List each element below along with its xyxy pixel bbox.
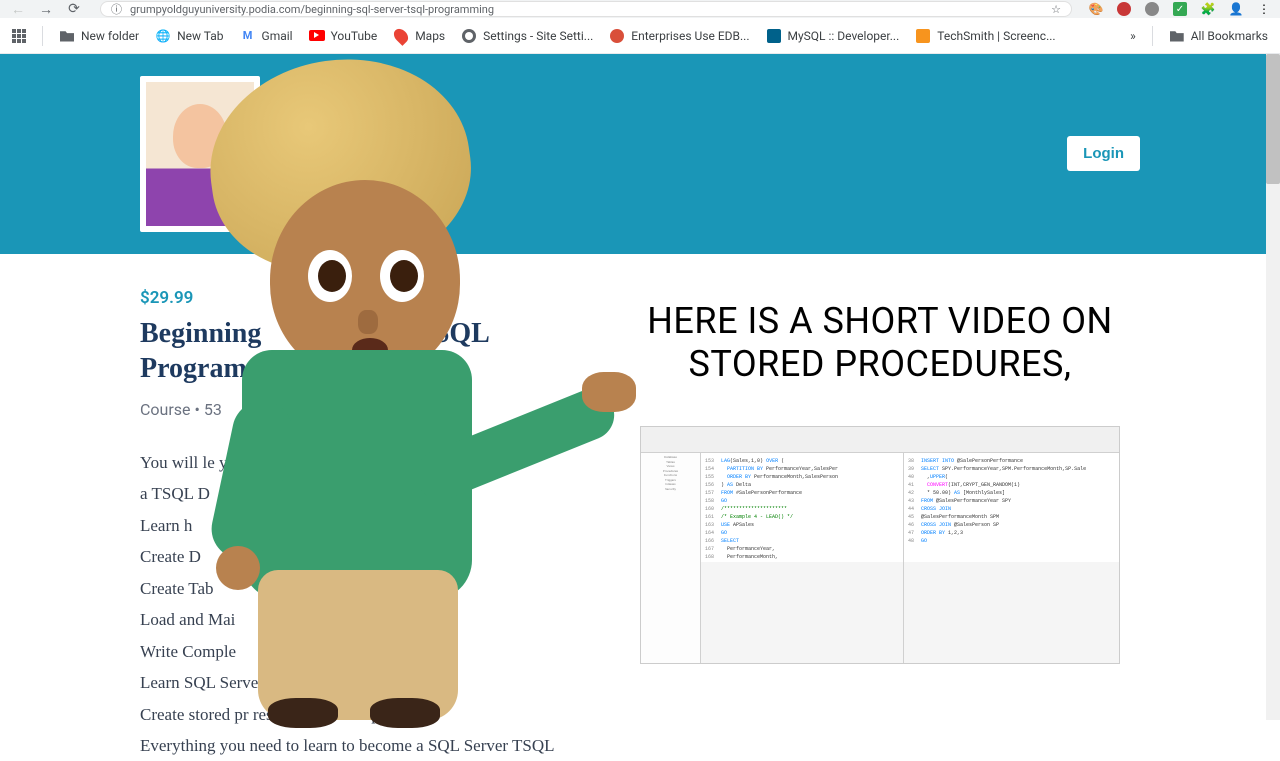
gmail-icon: M bbox=[240, 28, 256, 44]
course-meta: Course • 53 bbox=[140, 400, 620, 419]
ext-paint-icon[interactable]: 🎨 bbox=[1088, 1, 1104, 17]
mysql-icon bbox=[766, 28, 782, 44]
bookmark-maps[interactable]: Maps bbox=[393, 28, 445, 44]
desc-line: Everything you need to learn to become a… bbox=[140, 730, 620, 761]
desc-line: Create stored pr res and batch script bbox=[140, 699, 620, 730]
bookmark-label: TechSmith | Screenc... bbox=[937, 29, 1055, 43]
browser-actions: 🎨 ✓ 🧩 👤 ⋮ bbox=[1088, 1, 1272, 17]
ext-ublock-icon[interactable] bbox=[1116, 1, 1132, 17]
bookmark-new-folder[interactable]: New folder bbox=[59, 28, 139, 44]
apps-button[interactable] bbox=[12, 29, 26, 43]
desc-line: Write Comple bbox=[140, 636, 620, 667]
bookmark-youtube[interactable]: YouTube bbox=[309, 28, 378, 44]
desc-line: a TSQL D bbox=[140, 478, 620, 509]
maps-icon bbox=[393, 28, 409, 44]
site-info-icon[interactable]: ⓘ bbox=[111, 1, 122, 17]
bookmarks-overflow-icon[interactable]: » bbox=[1130, 29, 1136, 43]
desc-line: Create D bbox=[140, 541, 620, 572]
bookmarks-bar: New folder 🌐 New Tab M Gmail YouTube Map… bbox=[0, 18, 1280, 54]
video-section: HERE IS A SHORT VIDEO ON STORED PROCEDUR… bbox=[620, 254, 1140, 761]
desc-line: Learn h bbox=[140, 510, 620, 541]
bookmark-mysql[interactable]: MySQL :: Developer... bbox=[766, 28, 900, 44]
page-scrollbar[interactable] bbox=[1266, 54, 1280, 720]
extensions-icon[interactable]: 🧩 bbox=[1200, 1, 1216, 17]
youtube-icon bbox=[309, 28, 325, 44]
bookmark-settings[interactable]: Settings - Site Setti... bbox=[461, 28, 593, 44]
bookmark-label: Enterprises Use EDB... bbox=[631, 29, 749, 43]
bookmark-label: All Bookmarks bbox=[1191, 29, 1268, 43]
divider bbox=[1152, 26, 1153, 46]
bookmark-label: MySQL :: Developer... bbox=[788, 29, 900, 43]
edb-icon bbox=[609, 28, 625, 44]
reload-button[interactable]: ⟳ bbox=[64, 0, 84, 19]
back-button[interactable]: ← bbox=[8, 0, 28, 19]
globe-icon: 🌐 bbox=[155, 28, 171, 44]
bookmark-label: YouTube bbox=[331, 29, 378, 43]
menu-icon[interactable]: ⋮ bbox=[1256, 1, 1272, 17]
forward-button[interactable]: → bbox=[36, 0, 56, 19]
bookmark-techsmith[interactable]: TechSmith | Screenc... bbox=[915, 28, 1055, 44]
course-info: $29.99 Beginning SQL Server TSQL Program… bbox=[140, 254, 620, 761]
site-header: Login bbox=[0, 54, 1280, 254]
desc-line: Load and Mai bbox=[140, 604, 620, 635]
bookmark-label: Gmail bbox=[262, 29, 293, 43]
browser-toolbar: ← → ⟳ ⓘ grumpyoldguyuniversity.podia.com… bbox=[0, 0, 1280, 18]
course-price: $29.99 bbox=[140, 288, 620, 308]
video-thumbnail[interactable]: DatabaseTablesViewsProceduresFunctionsTr… bbox=[640, 426, 1120, 664]
bookmark-label: New folder bbox=[81, 29, 139, 43]
url-text: grumpyoldguyuniversity.podia.com/beginni… bbox=[130, 3, 1043, 16]
bookmark-new-tab[interactable]: 🌐 New Tab bbox=[155, 28, 223, 44]
divider bbox=[42, 26, 43, 46]
desc-line: Learn SQL Serve n fu bbox=[140, 667, 620, 698]
folder-icon bbox=[1169, 28, 1185, 44]
techsmith-icon bbox=[915, 28, 931, 44]
desc-line: Create Tab bbox=[140, 573, 620, 604]
bookmark-label: Maps bbox=[415, 29, 445, 43]
bookmark-gmail[interactable]: M Gmail bbox=[240, 28, 293, 44]
bookmark-label: New Tab bbox=[177, 29, 223, 43]
apps-icon bbox=[12, 29, 26, 43]
gear-icon bbox=[461, 28, 477, 44]
ext-check-icon[interactable]: ✓ bbox=[1172, 1, 1188, 17]
course-title: Beginning SQL Server TSQL Program bbox=[140, 316, 620, 386]
login-button[interactable]: Login bbox=[1067, 136, 1140, 171]
star-icon[interactable]: ☆ bbox=[1051, 3, 1061, 16]
course-description: You will le you to assume the role of a … bbox=[140, 447, 620, 761]
page-content: $29.99 Beginning SQL Server TSQL Program… bbox=[0, 254, 1280, 761]
all-bookmarks[interactable]: All Bookmarks bbox=[1169, 28, 1268, 44]
bookmark-edb[interactable]: Enterprises Use EDB... bbox=[609, 28, 749, 44]
scroll-thumb[interactable] bbox=[1266, 54, 1280, 184]
bookmark-label: Settings - Site Setti... bbox=[483, 29, 593, 43]
video-caption: HERE IS A SHORT VIDEO ON STORED PROCEDUR… bbox=[620, 300, 1140, 386]
folder-icon bbox=[59, 28, 75, 44]
profile-icon[interactable]: 👤 bbox=[1228, 1, 1244, 17]
desc-line: You will le you to assume the role of bbox=[140, 447, 620, 478]
address-bar[interactable]: ⓘ grumpyoldguyuniversity.podia.com/begin… bbox=[100, 1, 1072, 17]
site-logo[interactable] bbox=[140, 76, 260, 232]
ext-gray-icon[interactable] bbox=[1144, 1, 1160, 17]
